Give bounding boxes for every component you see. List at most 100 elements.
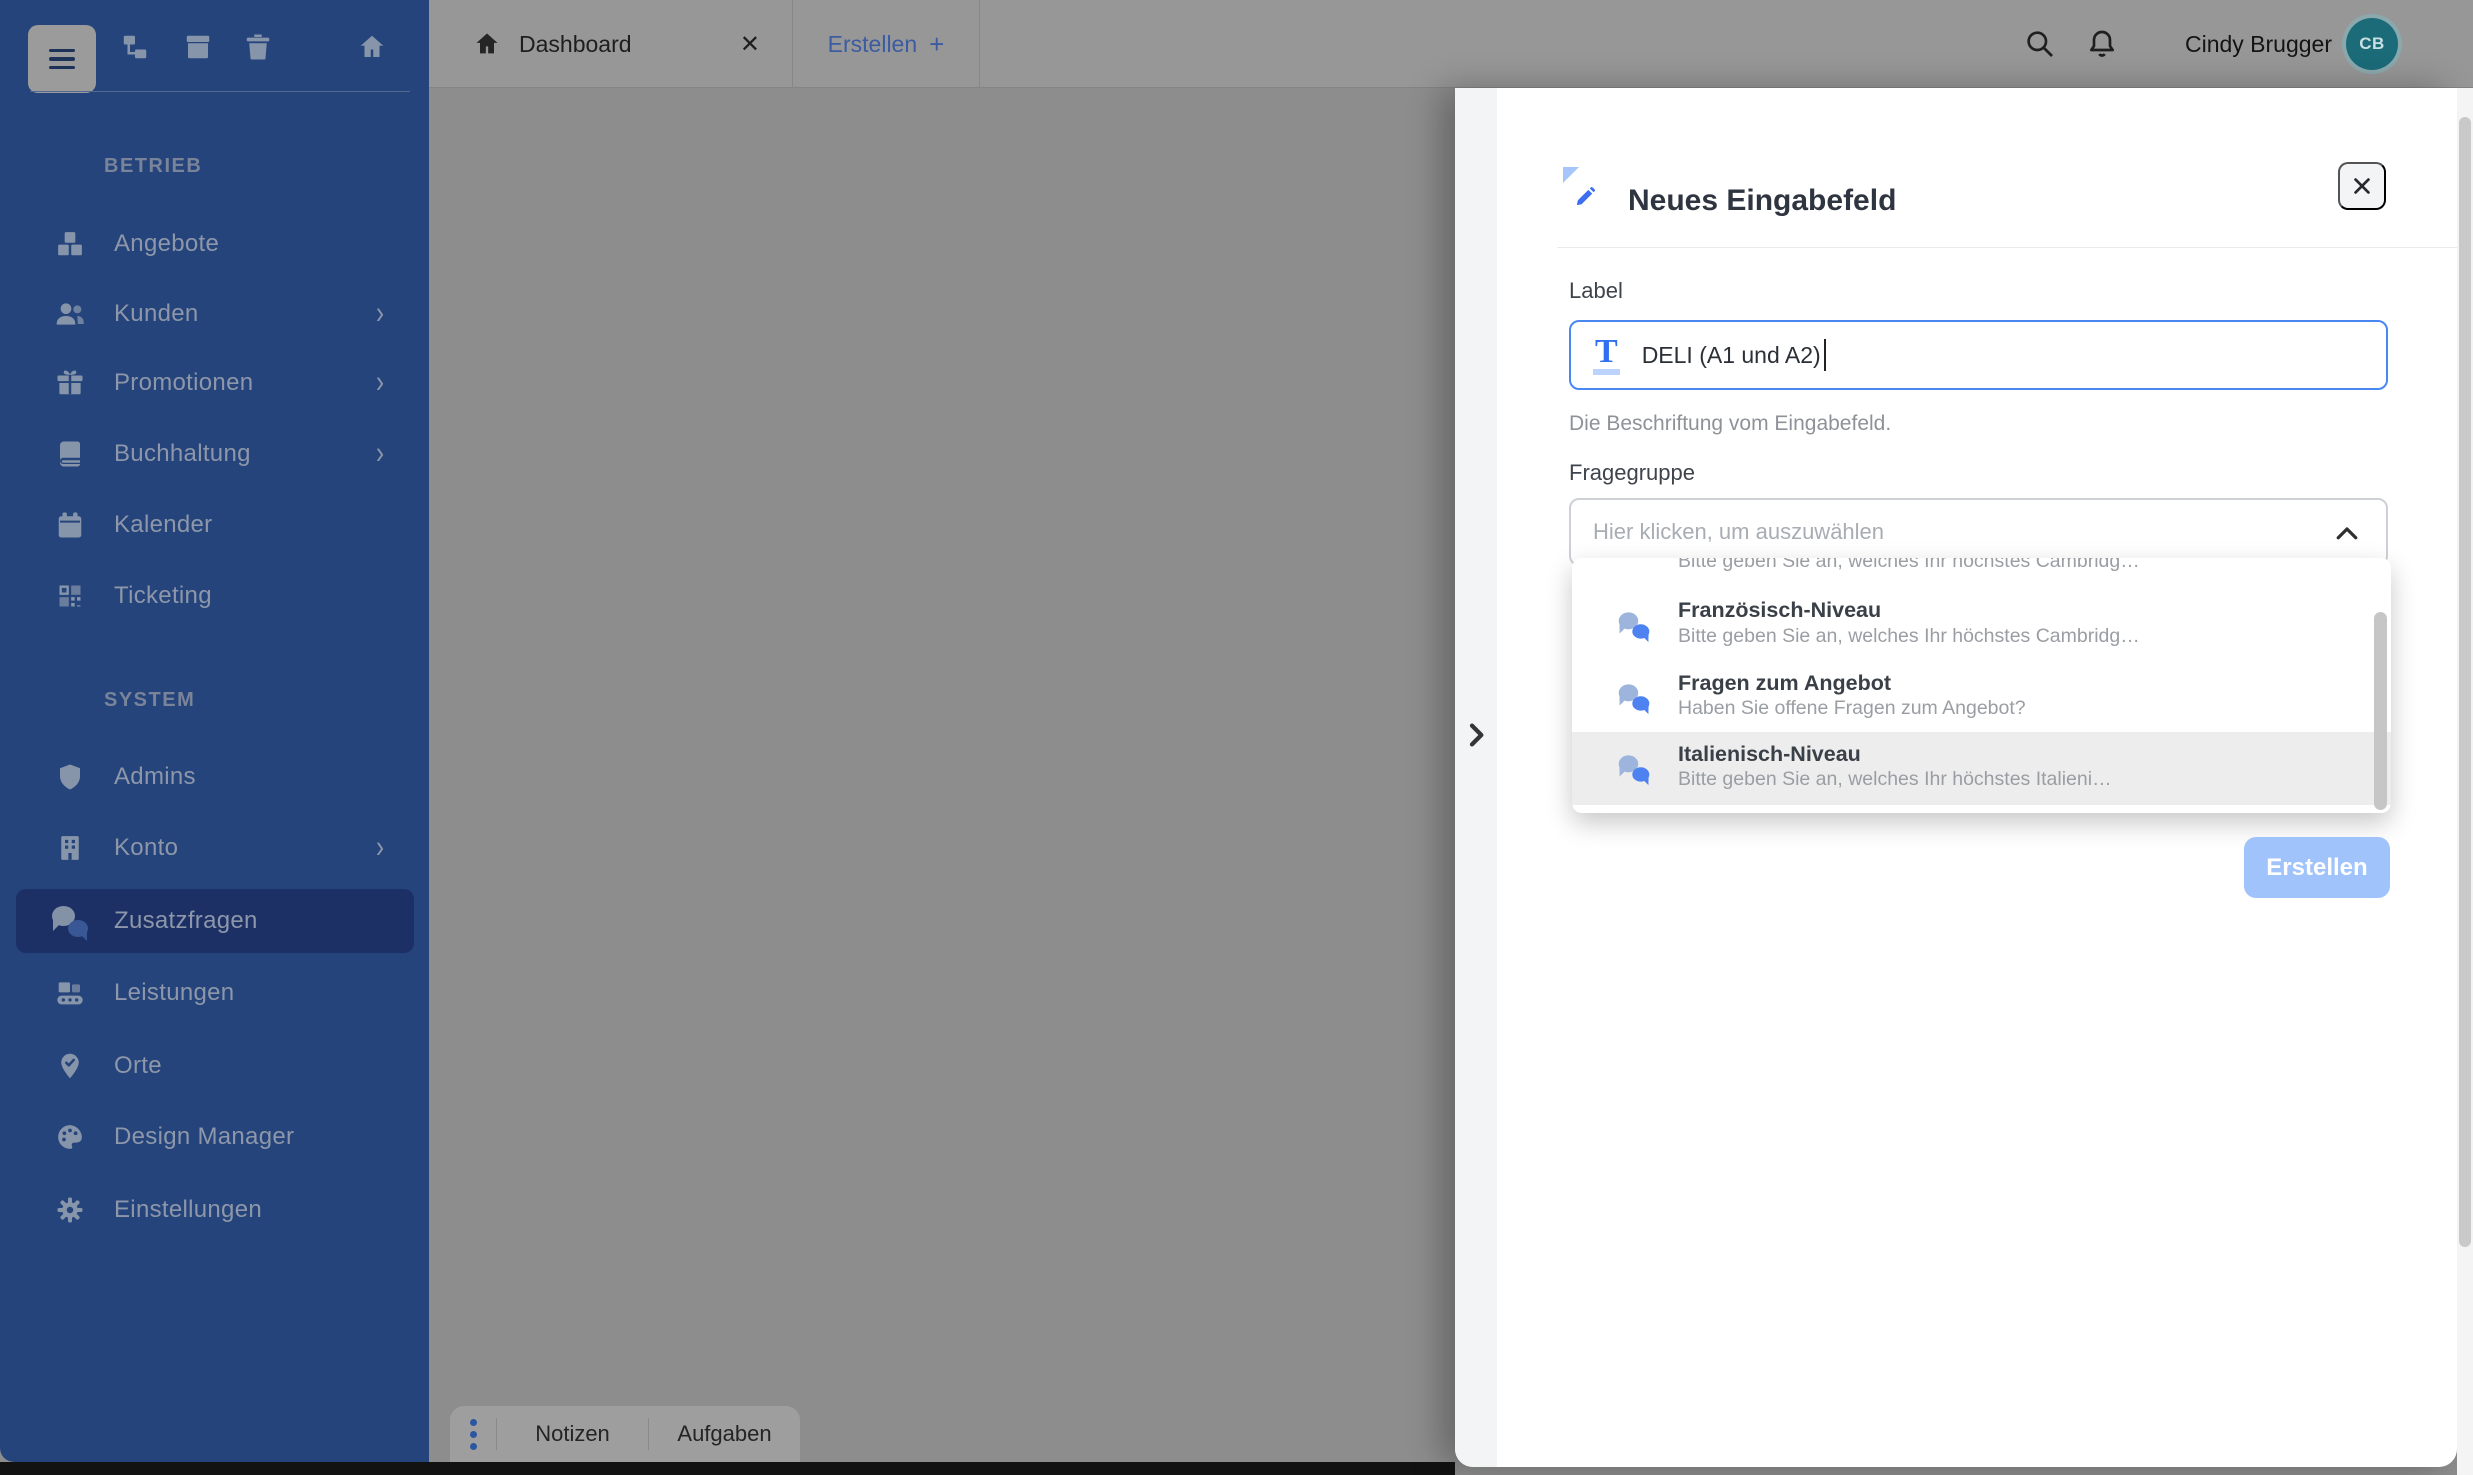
sidebar-item-konto[interactable]: Konto › [16, 816, 414, 880]
close-drawer-button[interactable] [2338, 162, 2386, 210]
tab-label: Dashboard [519, 30, 632, 57]
text-cursor [1823, 339, 1826, 371]
gear-icon [52, 1193, 88, 1227]
dropdown-option-description: Bitte geben Sie an, welches Ihr höchstes… [1678, 625, 2140, 647]
qr-code-icon [52, 579, 88, 613]
notes-tab[interactable]: Notizen [497, 1421, 648, 1447]
sidebar-item-label: Orte [114, 1052, 162, 1079]
sidebar-item-label: Konto [114, 834, 179, 861]
sidebar-toolbar-divider [30, 91, 410, 92]
sidebar-item-label: Ticketing [114, 582, 212, 609]
users-icon [52, 297, 88, 331]
menu-icon [49, 44, 75, 74]
chevron-right-icon: › [376, 435, 384, 471]
sidebar-item-leistungen[interactable]: Leistungen [16, 961, 414, 1025]
sidebar-item-buchhaltung[interactable]: Buchhaltung › [16, 422, 414, 486]
trash-icon[interactable] [243, 32, 273, 62]
home-icon[interactable] [357, 32, 387, 62]
sidebar-item-ticketing[interactable]: Ticketing [16, 564, 414, 628]
sidebar-item-orte[interactable]: Orte [16, 1034, 414, 1098]
drawer-title: Neues Eingabefeld [1628, 184, 1897, 217]
select-placeholder: Hier klicken, um auszuwählen [1593, 519, 1885, 544]
sidebar-item-admins[interactable]: Admins [16, 745, 414, 809]
gift-icon [52, 366, 88, 400]
book-icon [52, 437, 88, 471]
chat-bubbles-icon [1618, 612, 1650, 643]
tab-erstellen[interactable]: Erstellen + [793, 0, 980, 88]
sidebar-item-label: Design Manager [114, 1123, 295, 1150]
create-button[interactable]: Erstellen [2244, 837, 2390, 898]
dropdown-option-description: Bitte geben Sie an, welches Ihr höchstes… [1678, 768, 2112, 790]
sidebar-item-label: Angebote [114, 230, 220, 257]
chat-bubbles-icon [52, 904, 88, 941]
palette-icon [52, 1120, 88, 1154]
label-field-label: Label [1569, 278, 1623, 303]
dropdown-option-title[interactable]: Französisch-Niveau [1678, 598, 1881, 623]
sidebar-item-label: Buchhaltung [114, 440, 251, 467]
plus-icon: + [929, 28, 945, 59]
pencil-icon [1573, 186, 1596, 209]
label-help-text: Die Beschriftung vom Eingabefeld. [1569, 412, 1892, 435]
building-icon [52, 831, 88, 865]
dropdown-option-description: Haben Sie offene Fragen zum Angebot? [1678, 697, 2026, 719]
tab-dashboard[interactable]: Dashboard ✕ [429, 0, 793, 88]
chevron-right-icon: › [376, 829, 384, 865]
sidebar-item-label: Einstellungen [114, 1196, 263, 1223]
dropdown-option-title[interactable]: Italienisch-Niveau [1678, 742, 1861, 767]
label-input-value: DELI (A1 und A2) [1641, 341, 1821, 368]
sitemap-icon[interactable] [120, 32, 150, 62]
sidebar-item-einstellungen[interactable]: Einstellungen [16, 1178, 414, 1242]
bottom-dock: Notizen Aufgaben [450, 1406, 800, 1462]
group-field-label: Fragegruppe [1569, 460, 1695, 485]
edit-bubble-icon [1561, 176, 1608, 223]
sidebar-section-system: SYSTEM [104, 689, 196, 711]
cubes-icon [52, 227, 88, 261]
sidebar-item-label: Promotionen [114, 369, 254, 396]
bottom-edge [0, 1462, 1455, 1475]
sidebar-item-label: Admins [114, 763, 196, 790]
chevron-up-icon [2332, 519, 2362, 549]
sidebar: BETRIEB Angebote Kunden › Promotionen › [0, 0, 429, 1462]
sidebar-item-zusatzfragen[interactable]: Zusatzfragen [16, 889, 414, 953]
kebab-menu-icon[interactable] [450, 1416, 496, 1452]
archive-icon[interactable] [183, 32, 213, 62]
home-icon [473, 30, 501, 58]
sidebar-item-label: Leistungen [114, 979, 235, 1006]
avatar[interactable]: CB [2346, 18, 2398, 70]
collapse-chevron-icon[interactable] [1460, 719, 1492, 751]
dropdown-scrollbar-thumb[interactable] [2374, 612, 2387, 810]
scrollbar-thumb[interactable] [2459, 117, 2471, 1247]
chat-bubbles-icon [1618, 755, 1650, 786]
map-pin-icon [52, 1049, 88, 1083]
scrollbar-track[interactable] [2457, 88, 2473, 1475]
clipped-option-description: Bitte geben Sie an, welches Ihr höchstes… [1678, 558, 2140, 572]
drawer-rail [1455, 88, 1497, 1467]
sidebar-collapse-button[interactable] [28, 25, 96, 93]
search-icon[interactable] [2024, 28, 2056, 60]
sidebar-item-angebote[interactable]: Angebote [16, 212, 414, 276]
fragegruppe-select[interactable]: Hier klicken, um auszuwählen [1569, 498, 2388, 566]
label-input[interactable]: T DELI (A1 und A2) [1569, 320, 2388, 390]
dropdown-option-title[interactable]: Fragen zum Angebot [1678, 671, 1891, 696]
fragegruppe-dropdown: Bitte geben Sie an, welches Ihr höchstes… [1572, 558, 2391, 813]
sidebar-item-promotionen[interactable]: Promotionen › [16, 351, 414, 415]
shield-icon [52, 760, 88, 794]
sidebar-item-label: Zusatzfragen [114, 907, 258, 934]
text-type-icon: T [1593, 335, 1620, 375]
sidebar-item-design-manager[interactable]: Design Manager [16, 1105, 414, 1169]
close-tab-icon[interactable]: ✕ [740, 30, 760, 59]
app-window: BETRIEB Angebote Kunden › Promotionen › [0, 0, 2473, 1475]
bell-icon[interactable] [2086, 28, 2118, 60]
sidebar-section-betrieb: BETRIEB [104, 155, 203, 177]
topbar: Dashboard ✕ Erstellen + Cindy Brugger CB [429, 0, 2473, 88]
sidebar-item-kunden[interactable]: Kunden › [16, 282, 414, 346]
sidebar-item-label: Kunden [114, 300, 199, 327]
user-name[interactable]: Cindy Brugger [2185, 0, 2332, 88]
chevron-right-icon: › [376, 364, 384, 400]
tasks-tab[interactable]: Aufgaben [649, 1421, 800, 1447]
tab-label: Erstellen [827, 30, 918, 57]
calendar-icon [52, 508, 88, 542]
conveyor-icon [52, 976, 88, 1010]
sidebar-item-label: Kalender [114, 511, 213, 538]
sidebar-item-kalender[interactable]: Kalender [16, 493, 414, 557]
